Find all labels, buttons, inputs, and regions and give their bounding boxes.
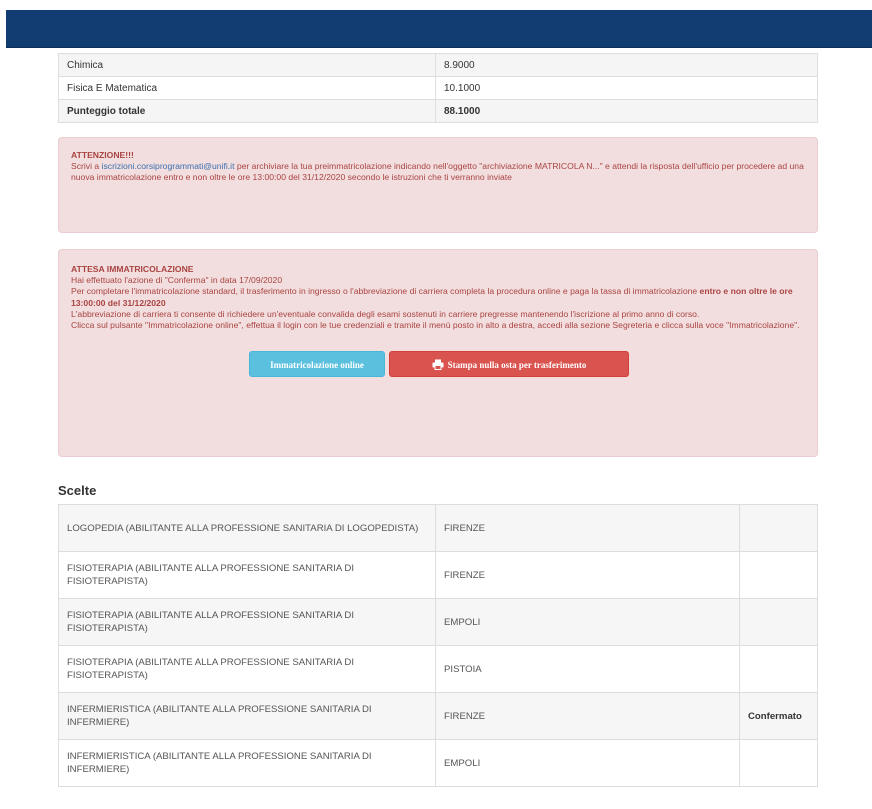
- print-transfer-button[interactable]: Stampa nulla osta per trasferimento: [389, 351, 629, 378]
- course-cell: LOGOPEDIA (ABILITANTE ALLA PROFESSIONE S…: [58, 504, 436, 552]
- status-badge: Confermato: [739, 692, 818, 740]
- table-row: FISIOTERAPIA (ABILITANTE ALLA PROFESSION…: [58, 645, 818, 693]
- status-cell: [739, 645, 818, 693]
- alert-actions: Immatricolazione online Stampa nulla ost…: [71, 351, 807, 378]
- site-cell: PISTOIA: [435, 645, 740, 693]
- table-row: FISIOTERAPIA (ABILITANTE ALLA PROFESSION…: [58, 598, 818, 646]
- status-cell: [739, 551, 818, 599]
- alert-paragraph: Hai effettuato l'azione di "Conferma" in…: [71, 275, 283, 286]
- alert-title: ATTENZIONE!!!: [71, 150, 134, 160]
- main-content: Chimica 8.9000 Fisica E Matematica 10.10…: [58, 53, 818, 787]
- table-row: INFERMIERISTICA (ABILITANTE ALLA PROFESS…: [58, 692, 818, 740]
- section-title: Scelte: [58, 483, 97, 498]
- alert-paragraph: L'abbreviazione di carriera ti consente …: [71, 308, 700, 319]
- status-cell: [739, 598, 818, 646]
- attention-alert: ATTENZIONE!!! Scrivi a iscrizioni.corsip…: [58, 137, 818, 233]
- course-cell: FISIOTERAPIA (ABILITANTE ALLA PROFESSION…: [58, 645, 436, 693]
- table-row: Fisica E Matematica 10.1000: [58, 76, 818, 100]
- alert-text: Scrivi a: [71, 161, 102, 172]
- choices-table: LOGOPEDIA (ABILITANTE ALLA PROFESSIONE S…: [58, 504, 818, 787]
- status-cell: [739, 739, 818, 787]
- alert-title: ATTESA IMMATRICOLAZIONE: [71, 264, 194, 274]
- site-cell: FIRENZE: [435, 551, 740, 599]
- score-cell: 10.1000: [435, 76, 818, 100]
- table-row: LOGOPEDIA (ABILITANTE ALLA PROFESSIONE S…: [58, 504, 818, 552]
- alert-paragraph: Clicca sul pulsante "Immatricolazione on…: [71, 320, 800, 331]
- table-row: FISIOTERAPIA (ABILITANTE ALLA PROFESSION…: [58, 551, 818, 599]
- site-cell: EMPOLI: [435, 739, 740, 787]
- subject-cell: Fisica E Matematica: [58, 76, 436, 100]
- alert-text: Per completare l'immatricolazione standa…: [71, 286, 700, 297]
- scores-table: Chimica 8.9000 Fisica E Matematica 10.10…: [58, 53, 818, 123]
- table-row: Chimica 8.9000: [58, 53, 818, 77]
- site-cell: FIRENZE: [435, 504, 740, 552]
- course-cell: INFERMIERISTICA (ABILITANTE ALLA PROFESS…: [58, 739, 436, 787]
- course-cell: FISIOTERAPIA (ABILITANTE ALLA PROFESSION…: [58, 551, 436, 599]
- alert-paragraph: Per completare l'immatricolazione standa…: [71, 286, 807, 308]
- score-cell: 8.9000: [435, 53, 818, 77]
- enrollment-pending-alert: ATTESA IMMATRICOLAZIONE Hai effettuato l…: [58, 249, 818, 457]
- status-cell: [739, 504, 818, 552]
- table-row: INFERMIERISTICA (ABILITANTE ALLA PROFESS…: [58, 739, 818, 787]
- score-cell: 88.1000: [435, 99, 818, 123]
- subject-cell: Punteggio totale: [58, 99, 436, 123]
- email-link[interactable]: iscrizioni.corsiprogrammati@unifi.it: [102, 161, 235, 171]
- subject-cell: Chimica: [58, 53, 436, 77]
- print-button-label: Stampa nulla osta per trasferimento: [447, 360, 587, 371]
- top-navbar: [6, 10, 872, 48]
- site-cell: FIRENZE: [435, 692, 740, 740]
- course-cell: FISIOTERAPIA (ABILITANTE ALLA PROFESSION…: [58, 598, 436, 646]
- table-row-total: Punteggio totale 88.1000: [58, 99, 818, 123]
- online-enrollment-button[interactable]: Immatricolazione online: [249, 351, 385, 378]
- site-cell: EMPOLI: [435, 598, 740, 646]
- printer-icon: [432, 359, 444, 371]
- course-cell: INFERMIERISTICA (ABILITANTE ALLA PROFESS…: [58, 692, 436, 740]
